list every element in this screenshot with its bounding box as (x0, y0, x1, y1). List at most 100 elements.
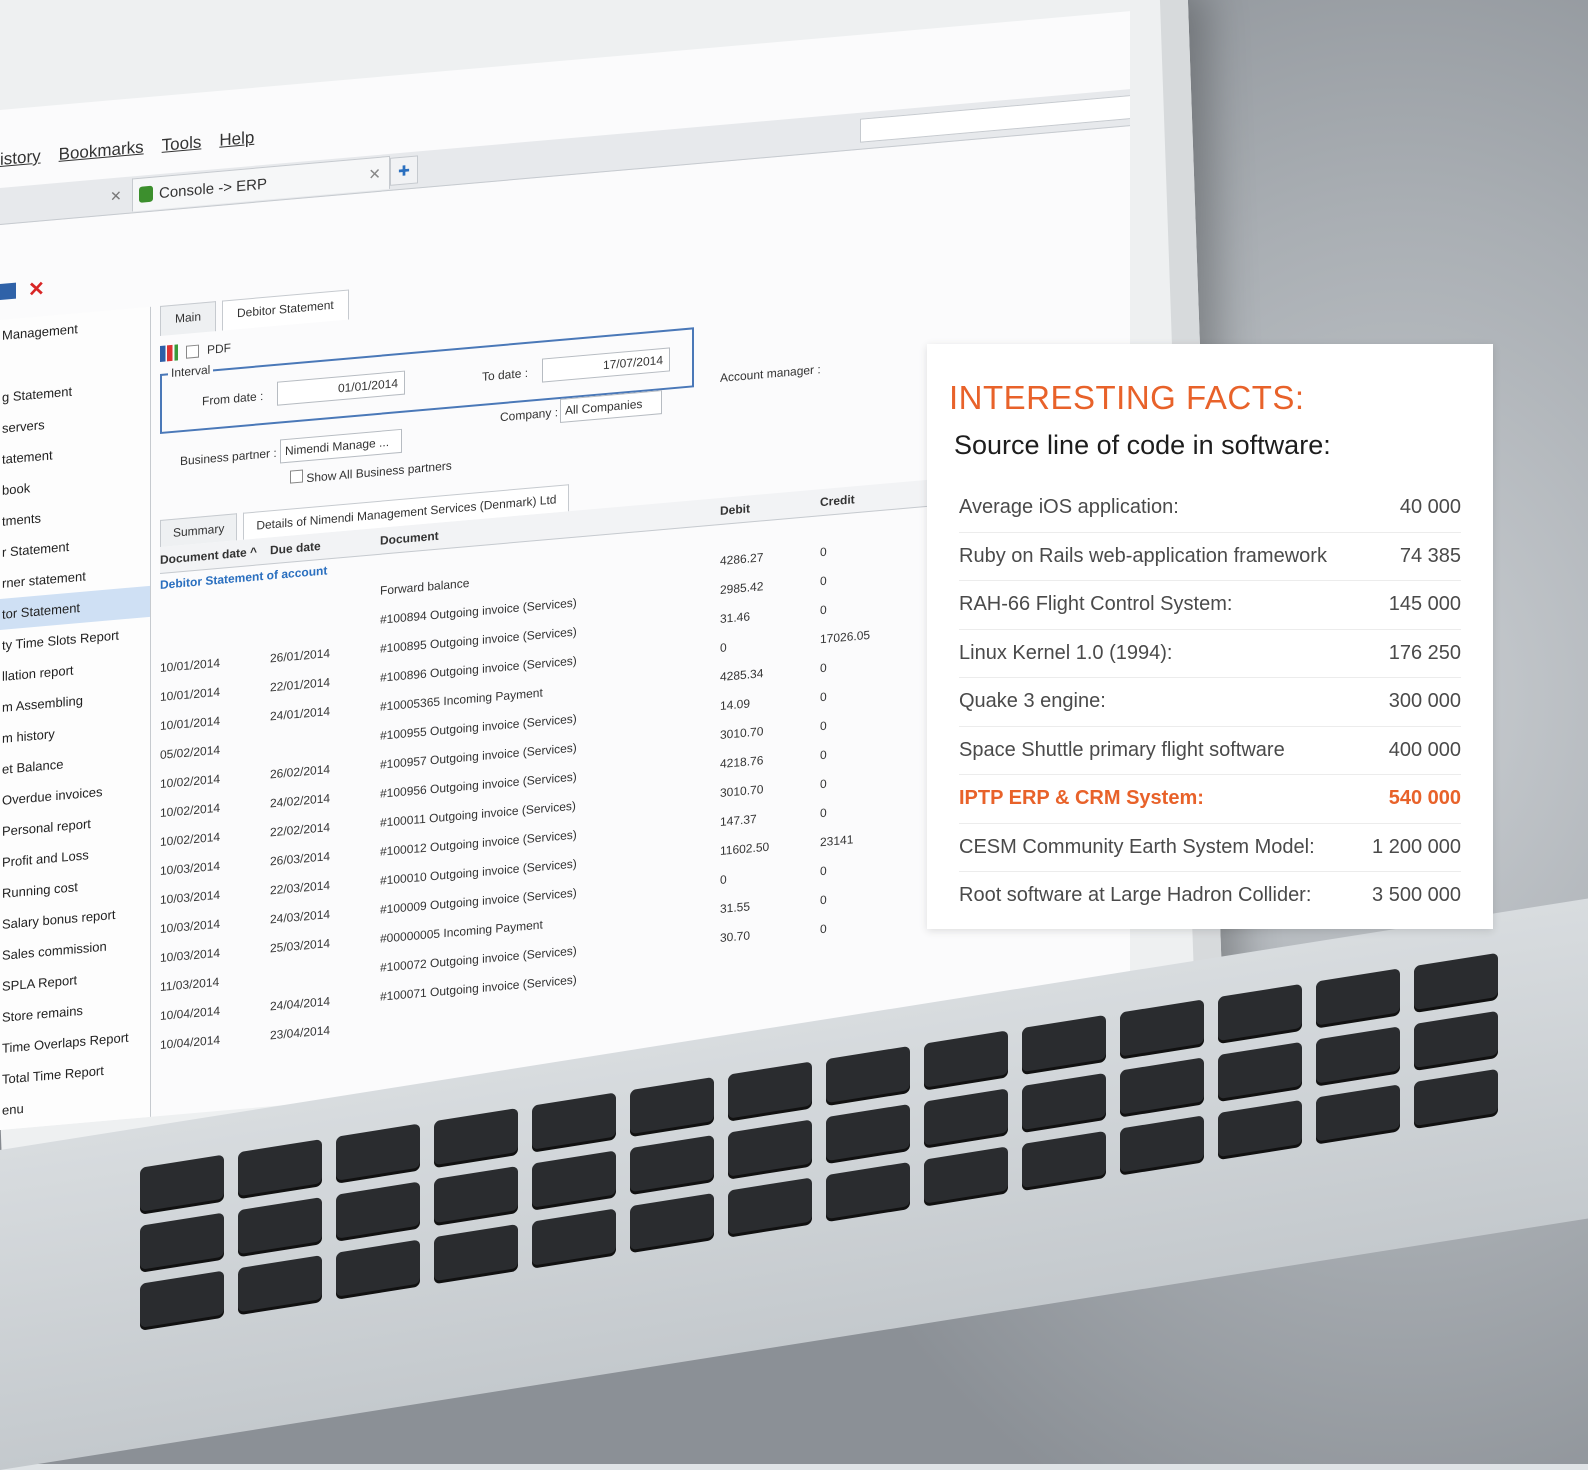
fact-row: CESM Community Earth System Model: 1 200 … (959, 824, 1461, 872)
close-icon[interactable]: ✕ (110, 187, 122, 205)
tab-title: Console -> ERP (159, 175, 267, 202)
menu-history[interactable]: istory (0, 146, 41, 170)
fact-label: IPTP ERP & CRM System: (959, 787, 1204, 809)
fact-value: 540 000 (1388, 787, 1461, 809)
keyboard-key (924, 1146, 1008, 1204)
column-header[interactable]: Credit (820, 487, 920, 509)
column-header[interactable]: Due date (270, 534, 380, 557)
delete-icon[interactable]: ✕ (28, 276, 45, 302)
from-date-field[interactable]: 01/01/2014 (277, 370, 405, 406)
fact-label: Ruby on Rails web-application framework (959, 544, 1327, 567)
facts-subtitle: Source line of code in software: (954, 430, 1331, 460)
keyboard-key (434, 1223, 518, 1282)
facts-panel: INTERESTING FACTS: Source line of code i… (927, 344, 1493, 929)
keyboard-key (140, 1270, 224, 1328)
keyboard-key (1022, 1130, 1106, 1189)
keyboard-key (826, 1103, 910, 1162)
keyboard-key (238, 1255, 322, 1313)
keyboard-key (1414, 952, 1498, 1011)
show-all-label: Show All Business partners (306, 458, 452, 486)
fact-label: Quake 3 engine: (959, 690, 1106, 712)
keyboard-key (1414, 1010, 1498, 1069)
menu-bookmarks[interactable]: Bookmarks (59, 137, 144, 164)
keyboard-key (532, 1150, 616, 1208)
menu-tools[interactable]: Tools (162, 132, 202, 155)
facts-title: INTERESTING FACTS: (949, 379, 1305, 416)
save-icon[interactable] (0, 282, 16, 300)
tab-console-erp[interactable]: Console -> ERP ✕ (132, 155, 390, 212)
fact-value: 3 500 000 (1372, 884, 1461, 906)
keyboard-key (728, 1119, 812, 1177)
fact-value: 400 000 (1388, 738, 1461, 761)
fact-value: 176 250 (1388, 641, 1461, 664)
fact-value: 300 000 (1388, 690, 1461, 712)
facts-list: Average iOS application: 40 000 Ruby on R… (959, 484, 1461, 920)
column-header[interactable]: Debit (720, 495, 820, 518)
keyboard-key (532, 1208, 616, 1266)
keyboard-key (728, 1177, 812, 1235)
fact-label: Average iOS application: (959, 496, 1179, 518)
keyboard-key (1120, 999, 1204, 1057)
keyboard-key (1316, 1026, 1400, 1084)
fact-row: Quake 3 engine: 300 000 (959, 678, 1461, 727)
fact-value: 40 000 (1399, 496, 1461, 518)
from-date-label: From date : (202, 388, 264, 409)
new-tab-plus-icon[interactable]: ✚ (390, 155, 418, 186)
fact-value: 1 200 000 (1372, 835, 1461, 858)
tab-main[interactable]: Main (160, 301, 217, 337)
show-all-partners[interactable]: Show All Business partners (290, 456, 452, 486)
fact-row: Linux Kernel 1.0 (1994): 176 250 (959, 630, 1461, 678)
keyboard-key (238, 1197, 322, 1255)
keyboard-key (630, 1134, 714, 1193)
keyboard-key (532, 1092, 616, 1150)
keyboard-key (630, 1076, 714, 1135)
close-icon[interactable]: ✕ (368, 165, 381, 184)
column-header[interactable]: Document date ^ (160, 543, 270, 567)
to-date-field[interactable]: 17/07/2014 (542, 347, 670, 383)
pdf-checkbox[interactable] (186, 344, 199, 359)
keyboard-key (336, 1181, 420, 1239)
pdf-label: PDF (207, 340, 231, 357)
tab-debitor-statement[interactable]: Debitor Statement (222, 289, 349, 331)
keyboard-key (140, 1154, 224, 1212)
fact-row-highlight: IPTP ERP & CRM System: 540 000 (959, 775, 1461, 824)
fact-label: Root software at Large Hadron Collider: (959, 884, 1312, 906)
keyboard-key (1218, 983, 1302, 1042)
keyboard-key (728, 1061, 812, 1119)
fact-row: RAH-66 Flight Control System: 145 000 (959, 581, 1461, 630)
fact-row: Average iOS application: 40 000 (959, 484, 1461, 533)
account-manager-label: Account manager : (720, 362, 821, 386)
browser-menubar: istory Bookmarks Tools Help (0, 128, 254, 170)
keyboard-key (1316, 1084, 1400, 1142)
keyboard-key (630, 1192, 714, 1251)
keyboard-key (924, 1030, 1008, 1088)
keyboard-key (1218, 1099, 1302, 1158)
fact-label: CESM Community Earth System Model: (959, 835, 1315, 858)
show-all-checkbox[interactable] (290, 469, 303, 484)
fact-row: Space Shuttle primary flight software 400… (959, 727, 1461, 775)
fact-row: Ruby on Rails web-application framework 7… (959, 533, 1461, 581)
business-partner-field[interactable]: Nimendi Manage ... (280, 428, 402, 464)
chart-icon[interactable] (160, 344, 178, 363)
keyboard-key (1120, 1115, 1204, 1173)
app-toolbar: ✕ (0, 276, 45, 305)
interval-label: Interval (168, 362, 214, 381)
statement-grid: Summary Details of Nimendi Management Se… (160, 452, 940, 1060)
keyboard-key (434, 1165, 518, 1224)
keyboard-key (1414, 1068, 1498, 1127)
company-label: Company : (500, 405, 559, 425)
report-sidebar: Management g Statement servers tatement … (0, 306, 151, 1130)
fact-label: RAH-66 Flight Control System: (959, 593, 1233, 615)
keyboard-key (1120, 1057, 1204, 1115)
keyboard-key (140, 1212, 224, 1270)
menu-help[interactable]: Help (219, 128, 254, 151)
fact-label: Space Shuttle primary flight software (959, 738, 1285, 761)
browser-tabbar: ✕ Console -> ERP ✕ ✚ (0, 89, 1130, 225)
keyboard-key (826, 1161, 910, 1220)
fact-value: 74 385 (1399, 544, 1461, 567)
keyboard-key (1022, 1014, 1106, 1073)
keyboard-key (238, 1139, 322, 1197)
to-date-label: To date : (482, 365, 529, 384)
search-input[interactable] (860, 94, 1130, 143)
keyboard-key (1316, 968, 1400, 1026)
